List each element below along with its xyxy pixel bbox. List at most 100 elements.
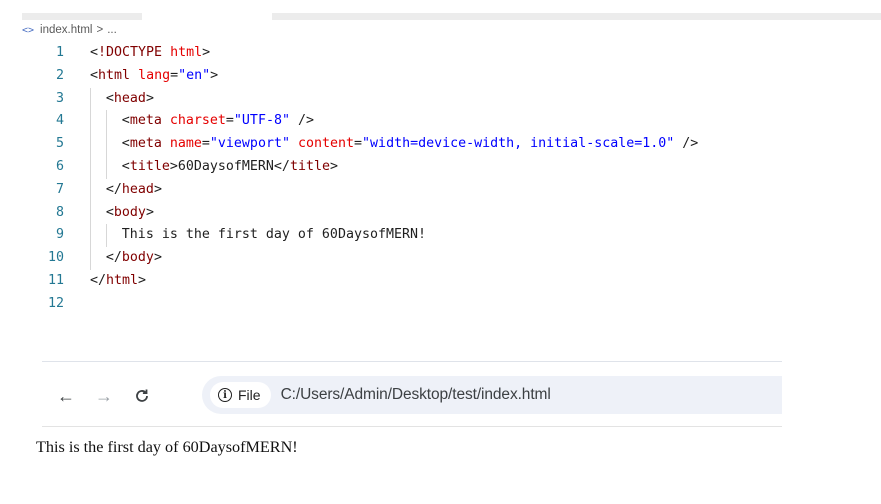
code-token: head <box>113 90 146 106</box>
code-line[interactable]: 5 <meta name="viewport" content="width=de… <box>22 133 862 156</box>
code-token: </ <box>90 272 107 288</box>
address-bar[interactable]: i File C:/Users/Admin/Desktop/test/index… <box>202 376 782 414</box>
site-chip-label: File <box>238 387 261 403</box>
code-line[interactable]: 8 <body> <box>22 201 862 225</box>
code-token: html <box>170 45 203 60</box>
code-token: title <box>129 158 170 174</box>
code-token: >60DaysofMERN</ <box>169 158 290 174</box>
code-token: = <box>201 136 210 152</box>
breadcrumb-separator: > <box>96 24 104 36</box>
code-token: /> <box>289 113 314 129</box>
code-text: </head> <box>106 179 162 202</box>
code-text: </body> <box>106 247 162 270</box>
code-text: </html> <box>90 270 146 293</box>
line-number: 12 <box>47 295 64 311</box>
code-token: < <box>105 90 114 106</box>
code-token: head <box>121 181 154 197</box>
code-token: "en" <box>178 67 211 83</box>
line-number: 8 <box>55 204 64 220</box>
tab-strip-right <box>272 13 881 20</box>
indent-guide <box>105 133 107 156</box>
line-number: 2 <box>55 67 64 83</box>
back-arrow-icon[interactable]: ← <box>52 382 80 410</box>
reload-icon[interactable] <box>128 382 156 410</box>
window-top-bar <box>0 0 881 22</box>
code-editor[interactable]: 1 <!DOCTYPE html> 2 <html lang="en"> 3 <head>… <box>22 42 862 334</box>
code-token: > <box>153 250 162 266</box>
code-line[interactable]: 11 </html> <box>22 270 862 293</box>
tab-strip-left <box>22 13 142 20</box>
code-token: "viewport" <box>209 136 290 152</box>
code-token: </ <box>105 181 122 197</box>
code-line[interactable]: 3 <head> <box>22 87 862 111</box>
line-number: 11 <box>47 272 64 288</box>
code-token: "width=device-width, initial-scale=1.0" <box>362 136 675 152</box>
code-token: = <box>170 67 179 83</box>
code-token: meta <box>129 113 162 129</box>
code-text: <head> <box>106 88 154 111</box>
code-line[interactable]: 1 <!DOCTYPE html> <box>22 42 862 65</box>
breadcrumb-file[interactable]: index.html <box>40 24 92 36</box>
line-number: 1 <box>55 45 64 60</box>
page-body-text: This is the first day of 60DaysofMERN! <box>36 438 298 456</box>
breadcrumb-more[interactable]: ... <box>107 24 117 36</box>
line-number: 4 <box>55 113 64 129</box>
line-number: 7 <box>55 181 64 197</box>
code-line[interactable]: 10 </body> <box>22 247 862 270</box>
indent-guide <box>90 247 91 270</box>
site-info-chip[interactable]: i File <box>210 382 271 408</box>
browser-toolbar: ← → i File C:/Users/Admin/Desktop/test/i… <box>42 361 782 428</box>
code-token: title <box>289 158 330 174</box>
code-line[interactable]: 6 <title>60DaysofMERN</title> <box>22 155 862 179</box>
code-token: > <box>329 158 338 174</box>
code-token: /> <box>674 136 699 152</box>
info-icon: i <box>218 388 232 402</box>
code-text: <meta name="viewport" content="width=dev… <box>122 133 699 156</box>
code-token: html <box>106 272 139 288</box>
code-token: charset <box>169 113 226 129</box>
code-line[interactable]: 2 <html lang="en"> <box>22 65 862 88</box>
code-token: > <box>202 45 211 60</box>
indent-guide <box>90 110 91 134</box>
code-text: <body> <box>106 202 154 225</box>
code-token: < <box>121 113 130 129</box>
code-token: < <box>105 204 114 220</box>
code-token: > <box>138 272 147 288</box>
code-token: < <box>121 136 130 152</box>
indent-guide <box>105 224 107 248</box>
line-number: 9 <box>55 227 64 243</box>
code-token: meta <box>129 136 162 152</box>
code-token: </ <box>105 250 122 266</box>
code-token: !DOCTYPE <box>98 45 163 60</box>
line-number: 3 <box>55 90 64 106</box>
code-icon: <> <box>22 24 35 36</box>
url-text[interactable]: C:/Users/Admin/Desktop/test/index.html <box>281 386 551 404</box>
code-token: > <box>145 204 154 220</box>
code-token: < <box>121 158 130 174</box>
code-token: > <box>145 90 154 106</box>
code-token: body <box>113 204 146 220</box>
indent-guide <box>105 155 107 179</box>
code-text: <!DOCTYPE html> <box>90 42 210 65</box>
code-line[interactable]: 4 <meta charset="UTF-8" /> <box>22 110 862 134</box>
forward-arrow-icon[interactable]: → <box>90 382 118 410</box>
code-text: <html lang="en"> <box>90 65 218 88</box>
code-token: > <box>210 67 219 83</box>
code-token: < <box>90 67 99 83</box>
breadcrumb: <> index.html > ... <box>22 22 117 38</box>
code-token: name <box>169 136 202 152</box>
code-line[interactable]: 7 </head> <box>22 178 862 202</box>
code-line[interactable]: 9 This is the first day of 60DaysofMERN! <box>22 224 862 248</box>
code-token: = <box>354 136 363 152</box>
indent-guide <box>90 201 91 225</box>
code-line[interactable]: 12 <box>22 293 862 316</box>
indent-guide <box>90 178 91 202</box>
code-token: html <box>98 67 131 83</box>
toolbar-divider <box>42 426 782 427</box>
code-token: content <box>297 136 355 152</box>
indent-guide <box>90 87 91 111</box>
